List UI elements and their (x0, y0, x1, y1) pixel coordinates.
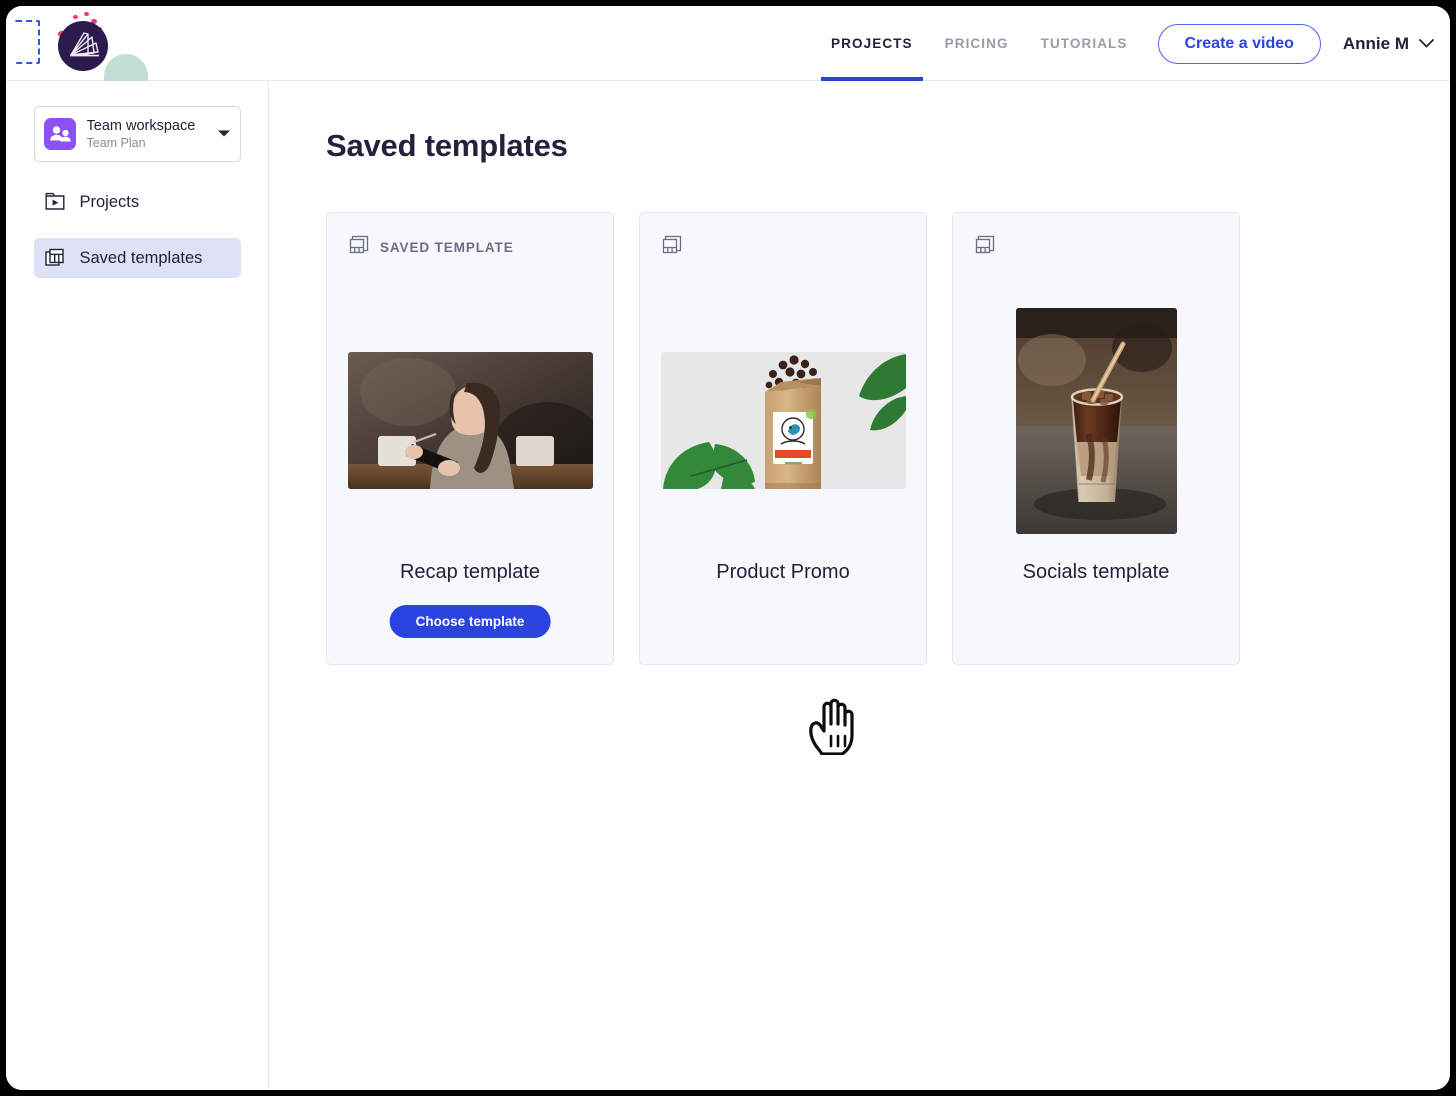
template-card-recap[interactable]: SAVED TEMPLATE Recap template Choose tem… (326, 212, 614, 665)
nav-link-projects[interactable]: PROJECTS (815, 6, 929, 81)
template-layout-icon (662, 235, 682, 260)
card-badge-label: SAVED TEMPLATE (380, 240, 514, 255)
nav-link-projects-label: PROJECTS (831, 36, 913, 51)
main-content: Saved templates SAVED TEMPLATE Recap tem… (269, 81, 1450, 1090)
template-card-socials[interactable]: Socials template (952, 212, 1240, 665)
templates-grid-icon (44, 248, 67, 269)
card-title: Product Promo (716, 561, 850, 583)
card-badge (975, 235, 1006, 260)
sidebar-item-projects-label: Projects (79, 192, 140, 211)
chevron-down-icon (1419, 35, 1434, 53)
card-thumbnail-wrap (327, 303, 613, 538)
app-window: PROJECTS PRICING TUTORIALS Create a vide… (6, 6, 1450, 1090)
caret-down-icon[interactable] (217, 125, 231, 143)
coffee-bag-with-leaves-photo (660, 352, 906, 489)
sidebar: Team workspace Team Plan Projects Saved … (6, 81, 269, 1090)
pointing-hand-cursor (806, 693, 858, 756)
nav-link-tutorials[interactable]: TUTORIALS (1025, 6, 1144, 81)
user-name-label: Annie M (1342, 33, 1409, 53)
card-thumbnail-wrap (640, 303, 926, 538)
card-title: Recap template (399, 561, 541, 583)
nav-link-pricing[interactable]: PRICING (929, 6, 1025, 81)
card-title: Socials template (1022, 561, 1170, 583)
header-nav: PROJECTS PRICING TUTORIALS Create a vide… (815, 6, 1434, 81)
woman-with-tablet-photo (347, 352, 593, 489)
workspace-text: Team workspace Team Plan (87, 117, 217, 152)
template-card-product-promo[interactable]: Product Promo (639, 212, 927, 665)
sidebar-item-saved-templates[interactable]: Saved templates (33, 238, 241, 278)
focus-outline (14, 20, 40, 64)
sidebar-item-projects[interactable]: Projects (34, 182, 241, 222)
workspace-name: Team workspace (86, 117, 196, 134)
create-a-video-button[interactable]: Create a video (1157, 23, 1321, 64)
folder-video-icon (45, 192, 67, 212)
iced-coffee-drink-photo (1015, 307, 1177, 534)
nav-link-tutorials-label: TUTORIALS (1040, 36, 1128, 51)
app-header: PROJECTS PRICING TUTORIALS Create a vide… (6, 6, 1450, 98)
card-thumbnail-wrap (953, 303, 1239, 538)
template-layout-icon (975, 235, 995, 260)
nav-link-pricing-label: PRICING (944, 36, 1009, 51)
template-layout-icon (349, 235, 369, 260)
sidebar-item-saved-templates-label: Saved templates (79, 248, 203, 267)
workspace-selector[interactable]: Team workspace Team Plan (33, 106, 241, 162)
choose-template-button[interactable]: Choose template (389, 605, 551, 638)
wideo-logo-icon[interactable] (58, 21, 108, 71)
workspace-plan: Team Plan (86, 135, 146, 150)
card-badge (662, 235, 693, 260)
page-title: Saved templates (326, 128, 568, 163)
user-menu[interactable]: Annie M (1343, 34, 1434, 54)
team-people-icon (43, 118, 76, 150)
template-card-grid: SAVED TEMPLATE Recap template Choose tem… (326, 212, 1240, 665)
card-badge: SAVED TEMPLATE (349, 235, 514, 260)
